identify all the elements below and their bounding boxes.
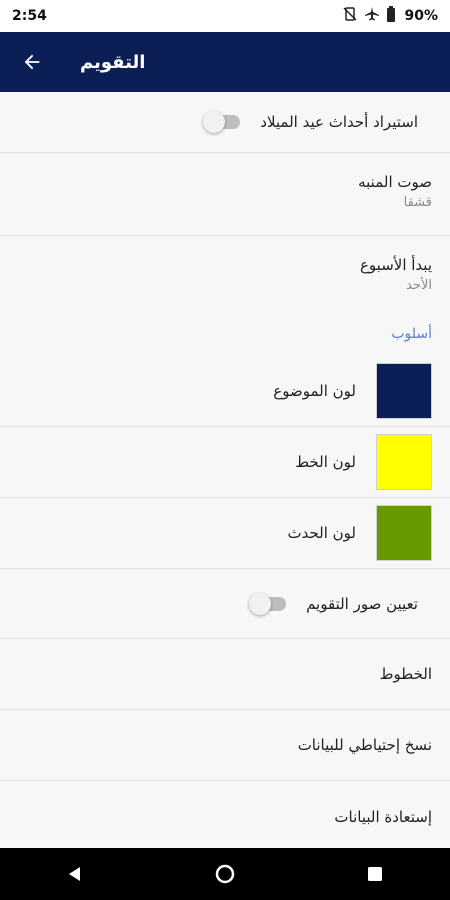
- setting-backup[interactable]: نسخ إحتياطي للبيانات: [0, 710, 450, 781]
- setting-restore[interactable]: إستعادة البيانات: [0, 781, 450, 848]
- recents-icon[interactable]: [345, 854, 405, 894]
- setting-theme-color[interactable]: لون الموضوع: [0, 356, 450, 427]
- theme-color-swatch[interactable]: [376, 363, 432, 419]
- font-color-label: لون الخط: [295, 453, 356, 471]
- back-icon[interactable]: [45, 854, 105, 894]
- week-start-value: الأحد: [406, 278, 432, 293]
- vibrate-off-icon: [342, 6, 358, 26]
- import-christmas-toggle[interactable]: [203, 111, 241, 133]
- week-start-label: يبدأ الأسبوع: [359, 256, 432, 274]
- setting-font-color[interactable]: لون الخط: [0, 427, 450, 498]
- status-time: 2:54: [12, 8, 47, 24]
- toggle-knob: [249, 592, 272, 615]
- calendar-images-toggle[interactable]: [249, 592, 287, 615]
- style-section-title: أسلوب: [391, 326, 432, 342]
- battery-percent: 90%: [404, 8, 438, 24]
- setting-import-christmas[interactable]: استيراد أحداث عيد الميلاد: [0, 92, 450, 153]
- calendar-images-label: تعيين صور التقويم: [306, 594, 418, 613]
- restore-label: إستعادة البيانات: [334, 807, 432, 826]
- style-section-header: أسلوب: [0, 308, 450, 356]
- setting-alarm-sound[interactable]: صوت المنبه قشقا: [0, 153, 450, 236]
- setting-event-color[interactable]: لون الحدث: [0, 498, 450, 569]
- home-icon[interactable]: [195, 854, 255, 894]
- status-bar: 2:54 90%: [0, 0, 450, 32]
- alarm-sound-label: صوت المنبه: [358, 173, 432, 191]
- toggle-knob: [203, 111, 226, 133]
- navigation-bar: [0, 848, 450, 900]
- status-icons: [342, 6, 396, 26]
- status-right: 90%: [342, 6, 438, 26]
- setting-week-start[interactable]: يبدأ الأسبوع الأحد: [0, 236, 450, 308]
- setting-calendar-images[interactable]: تعيين صور التقويم: [0, 569, 450, 639]
- airplane-icon: [364, 6, 380, 26]
- import-christmas-label: استيراد أحداث عيد الميلاد: [260, 113, 418, 131]
- setting-fonts[interactable]: الخطوط: [0, 639, 450, 710]
- arrow-back-icon[interactable]: [20, 50, 44, 74]
- page-title: التقويم: [80, 51, 146, 73]
- fonts-label: الخطوط: [379, 665, 432, 683]
- theme-color-label: لون الموضوع: [273, 382, 356, 400]
- event-color-label: لون الحدث: [287, 524, 356, 542]
- alarm-sound-value: قشقا: [403, 195, 432, 210]
- app-bar: التقويم: [0, 32, 450, 92]
- settings-list: استيراد أحداث عيد الميلاد صوت المنبه قشق…: [0, 92, 450, 848]
- font-color-swatch[interactable]: [376, 434, 432, 490]
- event-color-swatch[interactable]: [376, 505, 432, 561]
- backup-label: نسخ إحتياطي للبيانات: [297, 736, 432, 754]
- battery-icon: [386, 6, 396, 26]
